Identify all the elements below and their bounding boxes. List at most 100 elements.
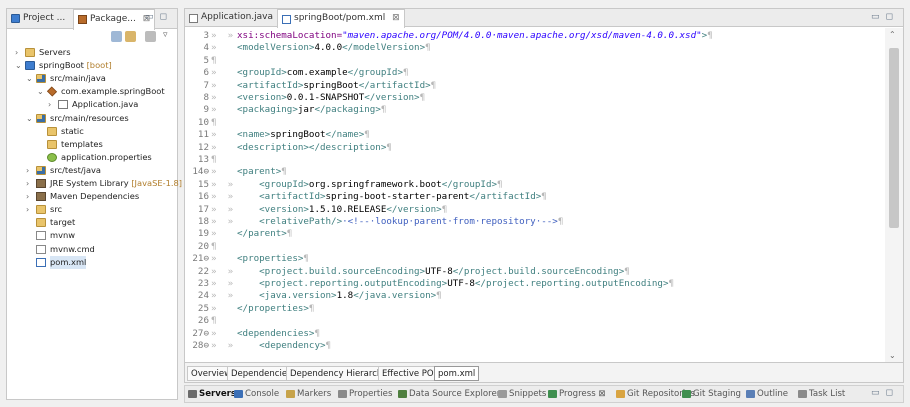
code-text: <relativePath/>·<!--·lookup·parent·from·… (237, 216, 563, 228)
tree-item-label: src/main/resources (50, 112, 129, 123)
code-line[interactable]: 22» » <project.build.sourceEncoding>UTF-… (185, 266, 885, 278)
link-with-editor-icon[interactable] (125, 31, 136, 42)
tab-application-java[interactable]: Application.java (185, 9, 277, 27)
code-line[interactable]: 27⊖» <dependencies>¶ (185, 328, 885, 340)
collapsed-chevron-icon[interactable]: › (15, 46, 23, 59)
code-line[interactable]: 9» <packaging>jar</packaging>¶ (185, 104, 885, 116)
code-line[interactable]: 23» » <project.reporting.outputEncoding>… (185, 278, 885, 290)
collapse-all-icon[interactable] (111, 31, 122, 42)
code-token: <parent> (237, 166, 282, 178)
view-tab-outline[interactable]: Outline (745, 386, 788, 402)
code-line[interactable]: 7» <artifactId>springBoot</artifactId>¶ (185, 80, 885, 92)
view-tab-properties[interactable]: Properties (337, 386, 392, 402)
code-line[interactable]: 14⊖» <parent>¶ (185, 166, 885, 178)
console-icon (234, 390, 243, 398)
code-line[interactable]: 4» <modelVersion>4.0.0</modelVersion>¶ (185, 42, 885, 54)
scroll-up-icon[interactable]: ⌃ (889, 30, 896, 39)
code-line[interactable]: 19» </parent>¶ (185, 228, 885, 240)
view-tab-markers[interactable]: Markers (285, 386, 331, 402)
focus-icon[interactable] (145, 31, 156, 42)
code-token: <version> (237, 203, 309, 215)
code-token: <version> (237, 92, 287, 103)
code-line[interactable]: 24» » <java.version>1.8</java.version>¶ (185, 290, 885, 302)
minimize-icon[interactable]: ▭ (871, 12, 886, 22)
code-line[interactable]: 3» » xsi:schemaLocation="maven.apache.org… (185, 30, 885, 42)
code-line[interactable]: 6» <groupId>com.example</groupId>¶ (185, 67, 885, 79)
view-tab-progress[interactable]: Progress ⊠ (547, 386, 606, 402)
line-number: 8 (203, 92, 209, 103)
markers-icon (286, 390, 295, 398)
tab-project-explorer[interactable]: Project ... (7, 9, 69, 29)
code-line[interactable]: 12» <description></description>¶ (185, 142, 885, 154)
tab-package-explorer[interactable]: Package... ⊠ (73, 9, 156, 30)
code-line[interactable]: 26 ¶ (185, 315, 885, 327)
collapsed-chevron-icon[interactable]: › (26, 190, 34, 203)
maximize-icon[interactable]: ◻ (886, 388, 899, 398)
code-line[interactable]: 10 ¶ (185, 117, 885, 129)
code-line[interactable]: 21⊖» <properties>¶ (185, 253, 885, 265)
code-token: <groupId> (237, 178, 309, 190)
folder-icon (36, 205, 46, 215)
code-line[interactable]: 5 ¶ (185, 55, 885, 67)
maximize-icon[interactable]: ◻ (886, 12, 899, 22)
scroll-thumb[interactable] (889, 48, 899, 228)
pom-editor-page-tabs: Overview Dependencies Dependency Hierarchy… (185, 362, 903, 382)
view-tab-data-source-explorer[interactable]: Data Source Explorer (397, 386, 500, 402)
code-token: 4.0.0 (314, 42, 343, 54)
left-tabbar: Project ... Package... ⊠ ▭◻ (7, 9, 177, 30)
collapsed-chevron-icon[interactable]: › (26, 177, 34, 190)
code-text: <groupId>org.springframework.boot</group… (237, 178, 502, 191)
code-text: <dependencies>¶ (237, 328, 320, 340)
code-line[interactable]: 8» <version>0.0.1-SNAPSHOT</version>¶ (185, 92, 885, 104)
minimize-icon[interactable]: ▭ (871, 388, 886, 398)
view-tab-console[interactable]: Console (233, 386, 279, 402)
lib-icon (36, 179, 46, 188)
expanded-chevron-icon[interactable]: ⌄ (26, 72, 34, 85)
page-tab-pom-xml[interactable]: pom.xml (434, 366, 480, 381)
maximize-icon[interactable]: ◻ (160, 12, 173, 22)
vertical-scrollbar[interactable]: ⌃ ⌄ (885, 28, 903, 362)
collapsed-chevron-icon[interactable]: › (26, 203, 34, 216)
code-token: <name> (237, 129, 271, 141)
line-number: 9 (203, 104, 209, 116)
tree-item-label: com.example.springBoot (61, 86, 165, 97)
code-line[interactable]: 20 ¶ (185, 241, 885, 253)
code-line[interactable]: 11» <name>springBoot</name>¶ (185, 129, 885, 141)
code-editor[interactable]: 3» » xsi:schemaLocation="maven.apache.org… (185, 28, 885, 362)
close-icon[interactable]: ⊠ (392, 13, 400, 23)
collapsed-chevron-icon[interactable]: › (26, 164, 34, 177)
code-token: org.springframework.boot (308, 178, 442, 190)
code-line[interactable]: 16» » <artifactId>spring-boot-starter-pa… (185, 191, 885, 203)
view-tab-servers[interactable]: Servers (187, 386, 236, 402)
expanded-chevron-icon[interactable]: ⌄ (37, 85, 45, 98)
code-token: UTF-8 (425, 265, 453, 277)
view-tab-task-list[interactable]: Task List (797, 386, 845, 402)
project-icon (25, 61, 35, 71)
collapsed-chevron-icon[interactable]: › (48, 98, 56, 111)
code-token: <properties> (237, 253, 304, 265)
folder-icon (25, 48, 35, 57)
code-line[interactable]: 13 ¶ (185, 154, 885, 166)
code-token: <modelVersion> (237, 42, 315, 54)
line-number: 18 (197, 216, 209, 227)
view-tab-label: Markers (297, 389, 332, 399)
lib-icon (36, 192, 46, 202)
view-menu-icon[interactable]: ▿ (163, 30, 168, 40)
code-token: ¶ (707, 30, 713, 41)
expanded-chevron-icon[interactable]: ⌄ (26, 112, 34, 125)
code-line[interactable]: 28⊖» » <dependency>¶ (185, 340, 885, 352)
expanded-chevron-icon[interactable]: ⌄ (15, 59, 23, 72)
whitespace-marker: » » (211, 216, 234, 227)
view-tab-git-staging[interactable]: Git Staging (681, 386, 741, 402)
page-tab-dependency-hierarchy[interactable]: Dependency Hierarchy (286, 366, 392, 381)
whitespace-marker: » (211, 302, 217, 314)
view-tab-snippets[interactable]: Snippets (497, 386, 546, 402)
code-line[interactable]: 17» » <version>1.5.10.RELEASE</version>¶ (185, 204, 885, 216)
package-explorer-view: Project ... Package... ⊠ ▭◻ ▿ › Servers ⌄ s… (6, 8, 182, 400)
tab-pom-xml[interactable]: springBoot/pom.xml ⊠ (277, 9, 405, 28)
scroll-down-icon[interactable]: ⌄ (889, 351, 896, 360)
code-line[interactable]: 25» </properties>¶ (185, 303, 885, 315)
code-line[interactable]: 15» » <groupId>org.springframework.boot<… (185, 179, 885, 191)
minimize-icon[interactable]: ▭ (145, 12, 160, 22)
code-line[interactable]: 18» » <relativePath/>·<!--·lookup·parent… (185, 216, 885, 228)
